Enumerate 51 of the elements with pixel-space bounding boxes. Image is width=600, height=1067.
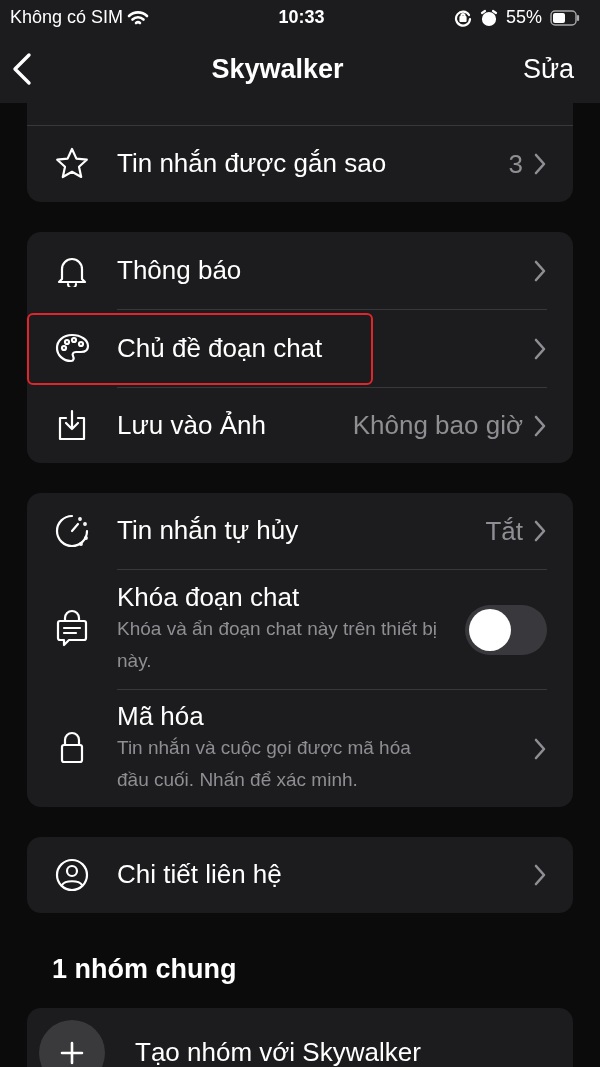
chevron-icon [533,413,547,438]
row-label: Lưu vào Ảnh [117,409,266,442]
wifi-icon [127,9,150,26]
chevron-icon [533,152,547,176]
battery-percent: 55% [506,6,542,29]
row-subtitle: Tin nhắn và cuộc gọi được mã hóa đầu cuối. Nhấn để xác minh. [117,735,412,793]
timer-icon [54,513,90,549]
row-label: Chủ đề đoạn chat [117,332,323,365]
settings-row[interactable]: Tạo nhóm với Skywalker [27,1019,573,1067]
carrier-name: Không có SIM [10,6,124,29]
row-label: Chi tiết liên hệ [117,859,282,891]
row-label: Tin nhắn tự hủy [117,515,299,547]
chevron-icon [533,336,547,361]
chevron-icon [533,519,547,543]
row-label: Tạo nhóm với Skywalker [135,1036,421,1067]
toggle-switch[interactable] [465,604,547,655]
battery-icon [550,9,580,26]
settings-row[interactable]: Chủ đề đoạn chat [27,309,573,387]
back-icon [12,52,32,86]
chevron-icon [533,863,547,887]
rotation-lock-icon [454,8,472,27]
settings-row[interactable]: Tin nhắn tự hủy Tắt [27,493,573,569]
settings-row[interactable]: Tin nhắn được gắn sao 3 [27,125,573,202]
settings-row[interactable]: Thông báo [27,232,573,309]
status-time: 10:33 [278,6,325,29]
download-icon [57,409,87,441]
lock-icon [59,731,85,765]
row-value: 3 [508,147,524,181]
chevron-icon [533,258,547,283]
row-label: Tin nhắn được gắn sao [117,148,387,180]
section-title: 1 nhóm chung [52,953,238,986]
palette-icon [54,332,90,364]
row-label: Thông báo [117,254,242,287]
row-label: Mã hóa [117,700,205,732]
row-subtitle: Khóa và ẩn đoạn chat này trên thiết bị này. [117,616,439,674]
row-value: Tắt [485,514,524,548]
chevron-icon [533,736,547,761]
edit-button[interactable]: Sửa [522,48,574,90]
chat-lock-icon [55,609,89,649]
alarm-icon [480,8,498,27]
settings-row[interactable]: Khóa đoạn chat Khóa và ẩn đoạn chat này trên thiết bị này. [27,569,573,689]
person-circle-icon [55,858,89,892]
settings-row[interactable]: Lưu vào Ảnh Không bao giờ [27,387,573,463]
settings-row[interactable]: Chi tiết liên hệ [27,837,573,913]
plus-icon [60,1040,84,1065]
row-value: Không bao giờ [352,409,524,442]
screen-title: Skywalker [211,52,344,86]
star-icon [55,147,89,181]
settings-row[interactable]: Mã hóa Tin nhắn và cuộc gọi được mã hóa đầu cuối. Nhấn để xác minh. [27,689,573,807]
row-label: Khóa đoạn chat [117,581,301,613]
back-button[interactable] [12,52,32,86]
